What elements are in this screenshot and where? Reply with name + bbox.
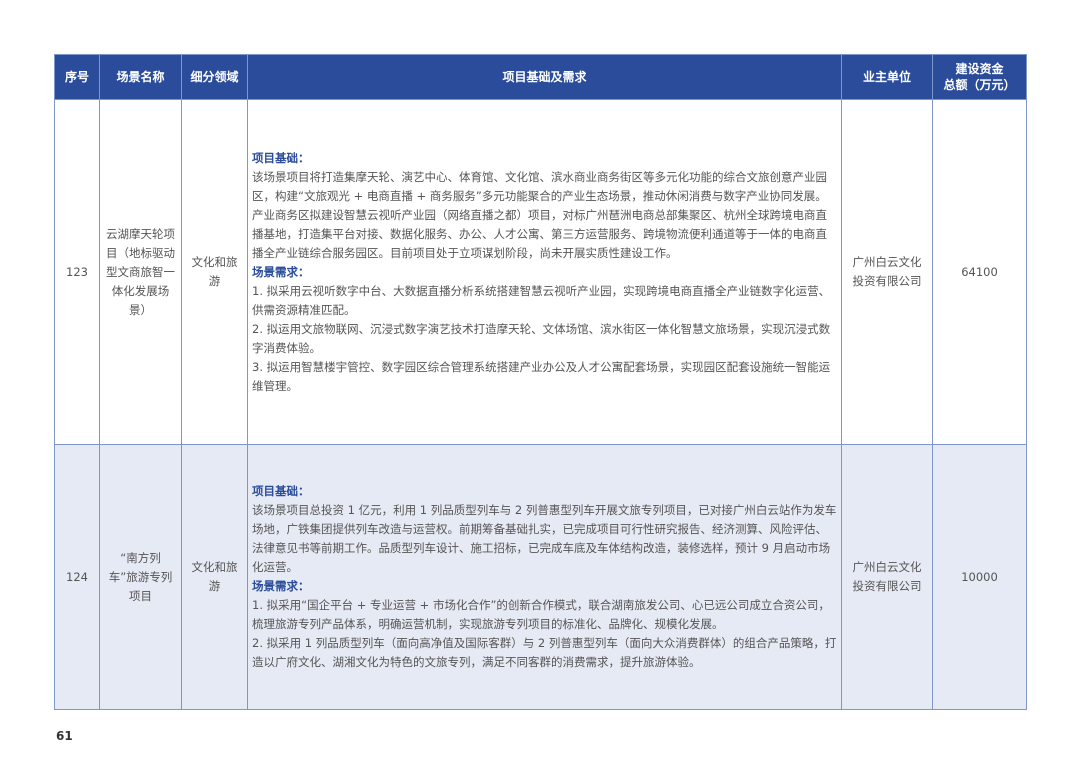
scene-name: 云湖摩天轮项目（地标驱动型文商旅智一体化发展场景） [99,99,182,445]
header-scene: 场景名称 [99,54,182,100]
header-owner: 业主单位 [841,54,933,100]
row-number: 123 [54,99,100,445]
project-description: 项目基础： 该场景项目总投资 1 亿元，利用 1 列品质型列车与 2 列普惠型列… [247,444,842,710]
fund-amount: 64100 [932,99,1027,445]
basis-heading: 项目基础： [252,484,310,498]
table-row: 124 “南方列车”旅游专列项目 文化和旅游 项目基础： 该场景项目总投资 1 … [54,444,1027,710]
needs-heading: 场景需求： [252,579,310,593]
need-item: 2. 拟运用文旅物联网、沉浸式数字演艺技术打造摩天轮、文体场馆、滨水街区一体化智… [252,321,831,355]
need-item: 2. 拟采用 1 列品质型列车（面向高净值及国际客群）与 2 列普惠型列车（面向… [252,636,837,669]
need-item: 3. 拟运用智慧楼宇管控、数字园区综合管理系统搭建产业办公及人才公寓配套场景，实… [252,359,831,393]
header-no: 序号 [54,54,100,100]
header-fund-line2: 总额（万元） [943,78,1016,92]
scene-name: “南方列车”旅游专列项目 [99,444,182,710]
basis-text: 该场景项目总投资 1 亿元，利用 1 列品质型列车与 2 列普惠型列车开展文旅专… [252,503,837,574]
header-field: 细分领域 [181,54,248,100]
page-number: 61 [56,729,73,743]
basis-text: 该场景项目将打造集摩天轮、演艺中心、体育馆、文化馆、滨水商业商务街区等多元化功能… [252,169,827,260]
needs-heading: 场景需求： [252,264,310,279]
project-description: 项目基础： 该场景项目将打造集摩天轮、演艺中心、体育馆、文化馆、滨水商业商务街区… [247,99,842,445]
table-row: 123 云湖摩天轮项目（地标驱动型文商旅智一体化发展场景） 文化和旅游 项目基础… [54,99,1027,445]
header-basis: 项目基础及需求 [247,54,842,100]
header-fund: 建设资金 总额（万元） [932,54,1027,100]
field-name: 文化和旅游 [181,99,248,445]
need-item: 1. 拟采用云视听数字中台、大数据直播分析系统搭建智慧云视听产业园，实现跨境电商… [252,283,831,317]
need-item: 1. 拟采用“国企平台 + 专业运营 + 市场化合作”的创新合作模式，联合湖南旅… [252,598,830,631]
project-table: 序号 场景名称 细分领域 项目基础及需求 业主单位 建设资金 总额（万元） 12… [54,54,1027,710]
owner-unit: 广州白云文化投资有限公司 [841,444,933,710]
owner-unit: 广州白云文化投资有限公司 [841,99,933,445]
row-number: 124 [54,444,100,710]
header-fund-line1: 建设资金 [955,62,1004,76]
table-header-row: 序号 场景名称 细分领域 项目基础及需求 业主单位 建设资金 总额（万元） [54,54,1027,100]
fund-amount: 10000 [932,444,1027,710]
field-name: 文化和旅游 [181,444,248,710]
basis-heading: 项目基础： [252,150,310,165]
